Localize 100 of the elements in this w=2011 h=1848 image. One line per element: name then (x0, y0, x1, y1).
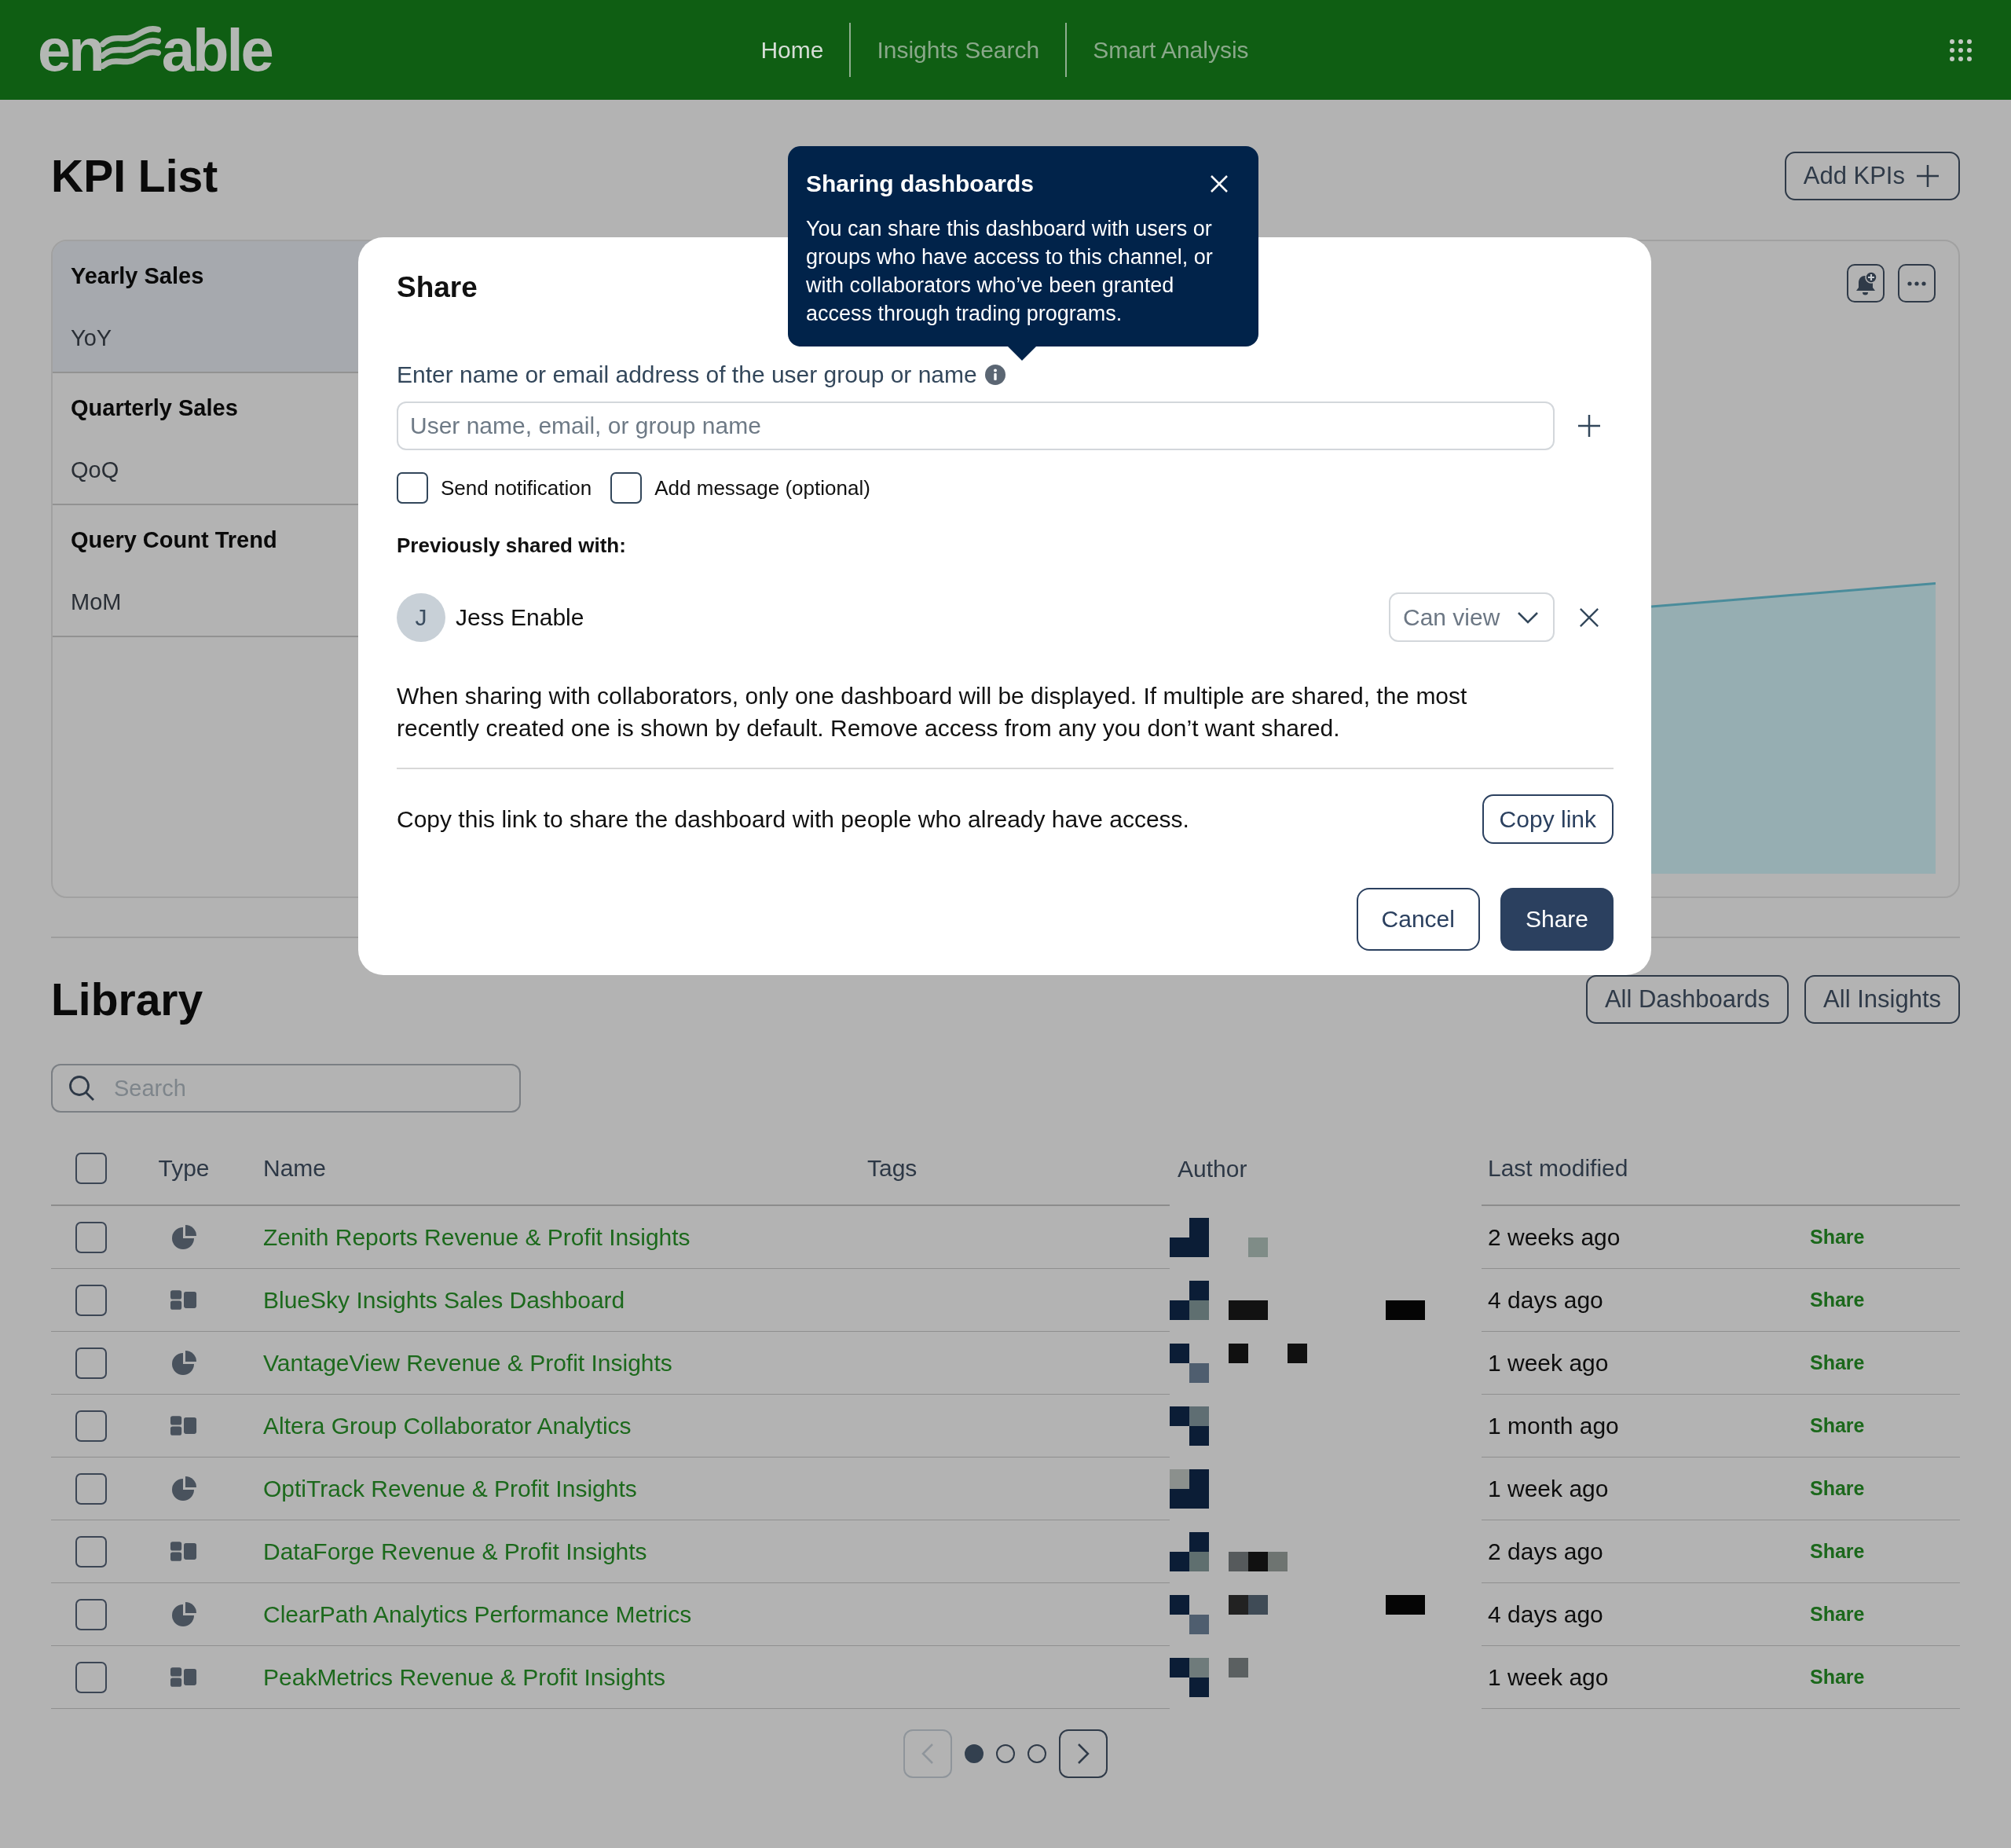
share-link[interactable]: Share (1810, 1540, 1865, 1563)
last-modified-text: 2 days ago (1488, 1538, 1603, 1565)
item-name-link[interactable]: Zenith Reports Revenue & Profit Insights (263, 1223, 690, 1251)
pixelated-block-drawing (1170, 1281, 1209, 1320)
dashboard-icon (170, 1542, 197, 1561)
plus-icon (1916, 164, 1940, 188)
filter-button[interactable]: All Dashboards (1585, 975, 1789, 1024)
pixelated-block-drawing (1170, 1595, 1209, 1634)
pixelated-block-drawing (1170, 1218, 1209, 1257)
last-modified-text: 1 week ago (1488, 1663, 1609, 1691)
column-header: Last modified (1488, 1155, 1628, 1182)
item-name-link[interactable]: ClearPath Analytics Performance Metrics (263, 1600, 692, 1628)
option-checkbox[interactable] (610, 472, 643, 504)
row-checkbox[interactable] (75, 1221, 107, 1253)
kpi-name: Quarterly Sales (71, 394, 238, 422)
option-checkbox[interactable] (397, 472, 428, 504)
nav-link[interactable]: Home (734, 34, 850, 66)
chevron-right-icon (1077, 1743, 1090, 1765)
pixelated-block-drawing (1170, 1532, 1209, 1571)
recipient-input[interactable]: User name, email, or group name (397, 402, 1555, 450)
app-grid-menu-icon[interactable] (1950, 38, 1972, 61)
dialog-button[interactable]: Cancel (1356, 888, 1480, 951)
copy-link-button[interactable]: Copy link (1482, 794, 1614, 844)
dashboard-icon (170, 1667, 197, 1687)
item-name-link[interactable]: VantageView Revenue & Profit Insights (263, 1349, 672, 1377)
pixelated-block-drawing (1170, 1469, 1209, 1509)
pixelated-block-drawing (1229, 1344, 1248, 1363)
filter-button[interactable]: All Insights (1804, 975, 1960, 1024)
share-link[interactable]: Share (1810, 1477, 1865, 1500)
pixelated-block-drawing (1229, 1658, 1248, 1678)
option-label[interactable]: Add message (optional) (654, 475, 870, 500)
last-modified-text: 1 month ago (1488, 1412, 1619, 1439)
row-checkbox[interactable] (75, 1410, 107, 1442)
item-name-link[interactable]: DataForge Revenue & Profit Insights (263, 1538, 647, 1565)
pie-chart-icon (171, 1476, 196, 1501)
page-dot[interactable] (965, 1744, 984, 1763)
logo-text: en (38, 20, 103, 80)
share-link[interactable]: Share (1810, 1666, 1865, 1688)
row-checkbox[interactable] (75, 1535, 107, 1568)
row-checkbox[interactable] (75, 1472, 107, 1505)
pixelated-block-drawing (1386, 1595, 1425, 1615)
pixelated-block-drawing (1170, 1344, 1209, 1383)
tooltip-text: You can share this dashboard with users or groups who have access to this channel, or with collaborators who’ve been granted access through trading programs. (806, 216, 1214, 327)
item-name-link[interactable]: BlueSky Insights Sales Dashboard (263, 1286, 625, 1314)
dashboard-icon (170, 1416, 197, 1436)
column-header: Type (158, 1155, 210, 1182)
add-kpis-button[interactable]: Add KPIs (1784, 152, 1960, 200)
nav-link[interactable]: Smart Analysis (1067, 34, 1275, 66)
nav-link[interactable]: Insights Search (851, 34, 1066, 66)
item-name-link[interactable]: PeakMetrics Revenue & Profit Insights (263, 1663, 665, 1691)
plus-icon[interactable] (1577, 414, 1601, 438)
section-title: KPI List (51, 152, 218, 200)
pixelated-block-drawing (1288, 1344, 1307, 1363)
kpi-period: MoM (71, 588, 122, 616)
pixelated-block-drawing (1170, 1658, 1209, 1697)
pixelated-block-drawing (1170, 1406, 1209, 1446)
share-link[interactable]: Share (1810, 1603, 1865, 1626)
column-header: Author (1178, 1156, 1247, 1182)
share-link[interactable]: Share (1810, 1289, 1865, 1311)
permission-dropdown[interactable]: Can view (1389, 592, 1555, 642)
last-modified-text: 4 days ago (1488, 1286, 1603, 1314)
column-header: Name (263, 1155, 327, 1182)
next-page-button[interactable] (1059, 1729, 1108, 1778)
row-checkbox[interactable] (75, 1347, 107, 1379)
last-modified-text: 4 days ago (1488, 1600, 1603, 1628)
dialog-title: Share (397, 270, 478, 305)
item-name-link[interactable]: OptiTrack Revenue & Profit Insights (263, 1475, 637, 1502)
kpi-period: YoY (71, 324, 112, 352)
dashboard-icon (170, 1290, 197, 1310)
copy-link-description: Copy this link to share the dashboard with people who already have access. (397, 805, 1189, 833)
kpi-name: Yearly Sales (71, 262, 204, 290)
row-checkbox[interactable] (75, 1598, 107, 1630)
row-checkbox[interactable] (75, 1284, 107, 1316)
add-alert-button[interactable] (1847, 264, 1885, 302)
pixelated-block-drawing (1248, 1238, 1268, 1257)
share-link[interactable]: Share (1810, 1351, 1865, 1374)
pixelated-block-drawing (1229, 1300, 1268, 1320)
user-avatar: J (397, 592, 445, 642)
close-icon[interactable] (1579, 607, 1599, 628)
info-icon[interactable] (984, 365, 1006, 385)
last-modified-text: 1 week ago (1488, 1349, 1609, 1377)
ellipsis-icon (1907, 280, 1926, 286)
row-checkbox[interactable] (75, 1661, 107, 1693)
pie-chart-icon (171, 1225, 196, 1249)
share-link[interactable]: Share (1810, 1414, 1865, 1437)
dialog-button[interactable]: Share (1500, 888, 1614, 951)
more-options-button[interactable] (1898, 264, 1936, 302)
section-title: Library (51, 975, 203, 1024)
last-modified-text: 1 week ago (1488, 1475, 1609, 1502)
pie-chart-icon (171, 1602, 196, 1626)
page-dot[interactable] (996, 1744, 1015, 1763)
share-link[interactable]: Share (1810, 1226, 1865, 1248)
tooltip-title: Sharing dashboards (806, 170, 1035, 197)
select-all-checkbox[interactable] (75, 1153, 107, 1184)
chevron-down-icon (1517, 610, 1539, 624)
last-modified-text: 2 weeks ago (1488, 1223, 1621, 1251)
chevron-left-icon (921, 1743, 934, 1765)
pixelated-block-drawing (1229, 1595, 1268, 1615)
page-dot[interactable] (1027, 1744, 1046, 1763)
item-name-link[interactable]: Altera Group Collaborator Analytics (263, 1412, 632, 1439)
